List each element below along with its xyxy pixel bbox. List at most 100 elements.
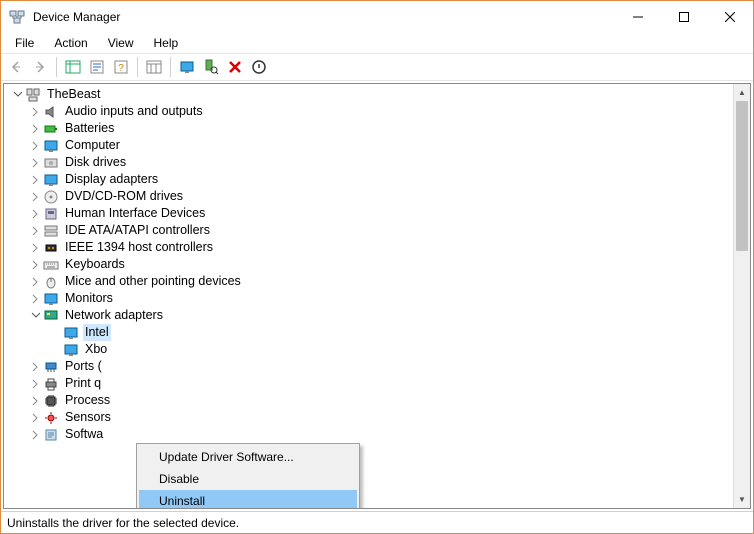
tree-category[interactable]: Monitors <box>8 290 733 307</box>
expand-icon[interactable] <box>28 275 42 289</box>
tree-category[interactable]: Network adapters <box>8 307 733 324</box>
tree-category[interactable]: Computer <box>8 137 733 154</box>
expand-icon[interactable] <box>28 139 42 153</box>
category-label: Network adapters <box>63 307 165 324</box>
toolbar: ? <box>1 53 753 81</box>
statusbar: Uninstalls the driver for the selected d… <box>1 511 753 533</box>
keyboard-icon <box>43 257 59 273</box>
category-label: Human Interface Devices <box>63 205 207 222</box>
expand-icon[interactable] <box>28 190 42 204</box>
cm-disable[interactable]: Disable <box>139 468 357 490</box>
tree-category[interactable]: IEEE 1394 host controllers <box>8 239 733 256</box>
expand-icon[interactable] <box>28 411 42 425</box>
tree-device[interactable]: Intel <box>8 324 733 341</box>
device-tree[interactable]: TheBeast Audio inputs and outputsBatteri… <box>4 84 733 508</box>
expand-icon[interactable] <box>28 394 42 408</box>
printer-icon <box>43 376 59 392</box>
sensor-icon <box>43 410 59 426</box>
expand-icon[interactable] <box>28 360 42 374</box>
tree-category[interactable]: Audio inputs and outputs <box>8 103 733 120</box>
expand-icon[interactable] <box>28 207 42 221</box>
scan-hardware-button[interactable] <box>200 56 222 78</box>
svg-text:?: ? <box>118 63 124 74</box>
disc-icon <box>43 189 59 205</box>
collapse-icon[interactable] <box>10 88 24 102</box>
window-controls <box>615 1 753 33</box>
tree-device[interactable]: Xbo <box>8 341 733 358</box>
tree-category[interactable]: Batteries <box>8 120 733 137</box>
category-label: Display adapters <box>63 171 160 188</box>
close-button[interactable] <box>707 1 753 33</box>
expand-icon[interactable] <box>28 377 42 391</box>
device-manager-window: Device Manager File Action View Help ? <box>0 0 754 534</box>
computer-icon <box>25 87 41 103</box>
menu-action[interactable]: Action <box>46 34 95 52</box>
expand-icon[interactable] <box>28 292 42 306</box>
toolbar-separator <box>170 57 171 77</box>
vertical-scrollbar[interactable]: ▲ ▼ <box>733 84 750 508</box>
hid-icon <box>43 206 59 222</box>
help-button[interactable]: ? <box>110 56 132 78</box>
view-button[interactable] <box>143 56 165 78</box>
app-icon <box>9 9 25 25</box>
category-label: Audio inputs and outputs <box>63 103 205 120</box>
tree-category[interactable]: IDE ATA/ATAPI controllers <box>8 222 733 239</box>
category-label: Computer <box>63 137 122 154</box>
toolbar-separator <box>56 57 57 77</box>
menubar: File Action View Help <box>1 33 753 53</box>
category-label: IEEE 1394 host controllers <box>63 239 215 256</box>
network-adapter-icon <box>63 325 79 341</box>
tree-category[interactable]: Sensors <box>8 409 733 426</box>
disable-button[interactable] <box>248 56 270 78</box>
expand-icon[interactable] <box>28 241 42 255</box>
tree-category[interactable]: Process <box>8 392 733 409</box>
tree-category[interactable]: Mice and other pointing devices <box>8 273 733 290</box>
uninstall-button[interactable] <box>224 56 246 78</box>
show-hide-tree-button[interactable] <box>62 56 84 78</box>
expand-icon[interactable] <box>28 224 42 238</box>
tree-category[interactable]: Keyboards <box>8 256 733 273</box>
tree-category[interactable]: Display adapters <box>8 171 733 188</box>
storage-icon <box>43 223 59 239</box>
menu-help[interactable]: Help <box>146 34 187 52</box>
update-driver-button[interactable] <box>176 56 198 78</box>
window-title: Device Manager <box>33 10 615 24</box>
tree-category[interactable]: Human Interface Devices <box>8 205 733 222</box>
expand-icon[interactable] <box>28 428 42 442</box>
device-label: Xbo <box>83 341 109 358</box>
menu-file[interactable]: File <box>7 34 42 52</box>
category-label: Sensors <box>63 409 113 426</box>
category-label: Disk drives <box>63 154 128 171</box>
tree-category[interactable]: Print q <box>8 375 733 392</box>
expand-icon[interactable] <box>28 122 42 136</box>
expand-icon[interactable] <box>28 105 42 119</box>
maximize-button[interactable] <box>661 1 707 33</box>
expand-icon[interactable] <box>28 156 42 170</box>
expand-icon[interactable] <box>28 173 42 187</box>
mouse-icon <box>43 274 59 290</box>
tree-category[interactable]: Disk drives <box>8 154 733 171</box>
toolbar-separator <box>137 57 138 77</box>
status-text: Uninstalls the driver for the selected d… <box>7 516 239 530</box>
properties-button[interactable] <box>86 56 108 78</box>
port-icon <box>43 359 59 375</box>
tree-root[interactable]: TheBeast <box>8 86 733 103</box>
cm-update-driver[interactable]: Update Driver Software... <box>139 446 357 468</box>
scroll-up-button[interactable]: ▲ <box>734 84 750 101</box>
monitor-icon <box>43 172 59 188</box>
network-adapter-icon <box>63 342 79 358</box>
software-icon <box>43 427 59 443</box>
category-label: Batteries <box>63 120 116 137</box>
expand-icon[interactable] <box>28 258 42 272</box>
tree-category[interactable]: Softwa <box>8 426 733 443</box>
network-icon <box>43 308 59 324</box>
chip-icon <box>43 393 59 409</box>
menu-view[interactable]: View <box>100 34 142 52</box>
minimize-button[interactable] <box>615 1 661 33</box>
tree-category[interactable]: DVD/CD-ROM drives <box>8 188 733 205</box>
scroll-thumb[interactable] <box>736 101 748 251</box>
cm-uninstall[interactable]: Uninstall <box>139 490 357 509</box>
scroll-down-button[interactable]: ▼ <box>734 491 750 508</box>
collapse-icon[interactable] <box>28 309 42 323</box>
tree-category[interactable]: Ports ( <box>8 358 733 375</box>
